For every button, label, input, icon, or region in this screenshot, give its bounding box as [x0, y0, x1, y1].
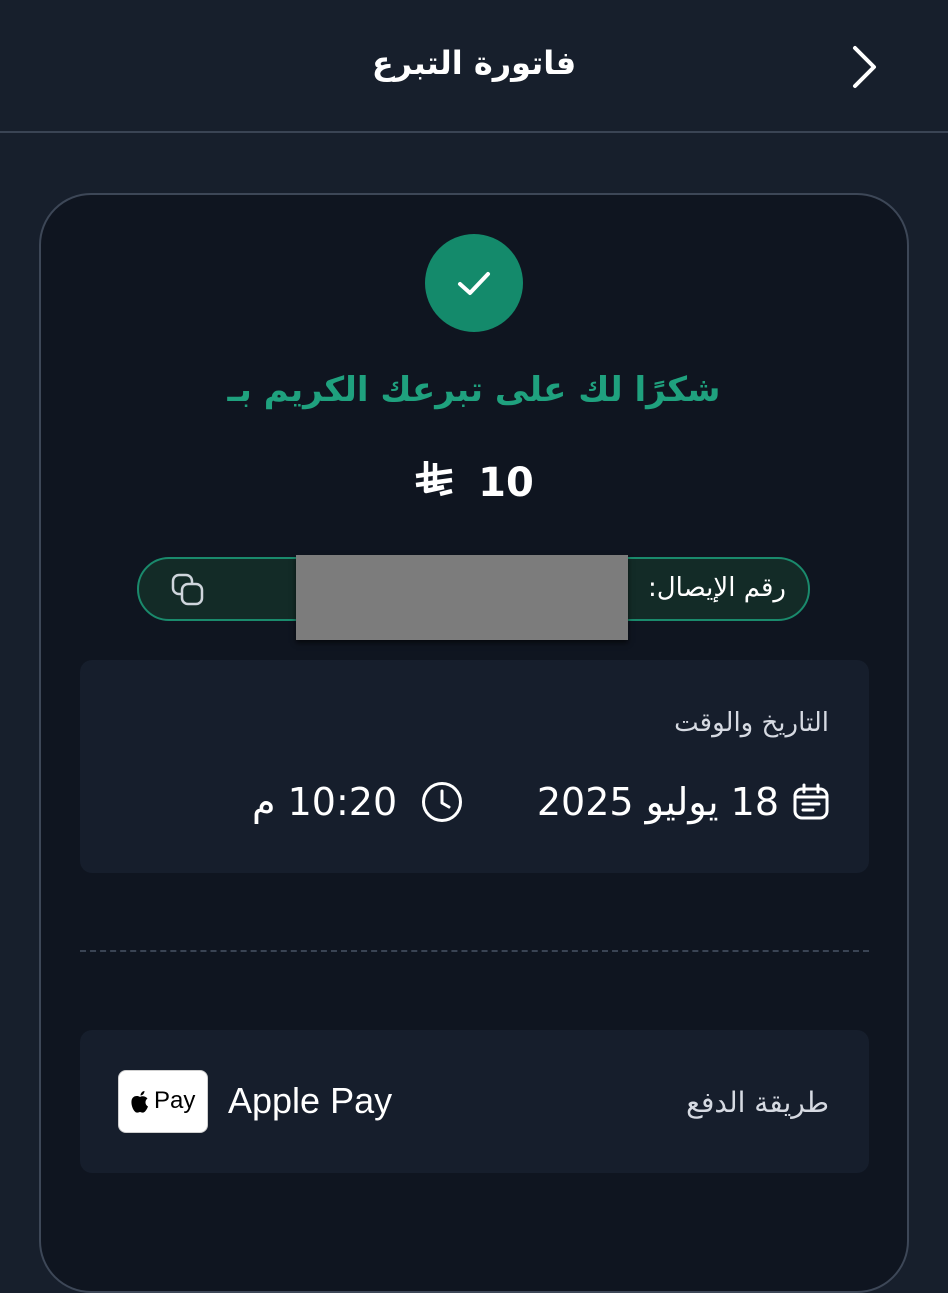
- redacted-receipt-number: [296, 555, 628, 640]
- page-title: فاتورة التبرع: [371, 44, 577, 82]
- apple-pay-badge-text: Pay: [154, 1087, 196, 1114]
- time-value: 10:20 م: [252, 780, 398, 824]
- donation-amount: 10: [0, 458, 948, 507]
- datetime-panel: التاريخ والوقت 18 يوليو 2025 10:20 م: [80, 660, 869, 873]
- payment-method-value: Apple Pay: [228, 1080, 393, 1121]
- chevron-right-icon[interactable]: [838, 42, 888, 92]
- dashed-divider: [80, 950, 869, 952]
- payment-panel: طريقة الدفع Pay Apple Pay: [80, 1030, 869, 1173]
- calendar-icon: [791, 782, 831, 822]
- header-bar: فاتورة التبرع: [0, 0, 948, 133]
- datetime-label: التاريخ والوقت: [674, 708, 829, 738]
- saudi-riyal-icon: [414, 459, 454, 507]
- success-check-icon: [425, 234, 523, 332]
- thank-you-message: شكرًا لك على تبرعك الكريم بـ: [227, 370, 721, 410]
- date-value: 18 يوليو 2025: [536, 780, 779, 824]
- amount-value: 10: [478, 460, 534, 506]
- clock-icon: [420, 780, 464, 824]
- apple-pay-icon: Pay: [118, 1070, 208, 1133]
- receipt-label: رقم الإيصال:: [648, 573, 786, 603]
- copy-icon[interactable]: [169, 571, 207, 609]
- payment-method-label: طريقة الدفع: [686, 1086, 829, 1119]
